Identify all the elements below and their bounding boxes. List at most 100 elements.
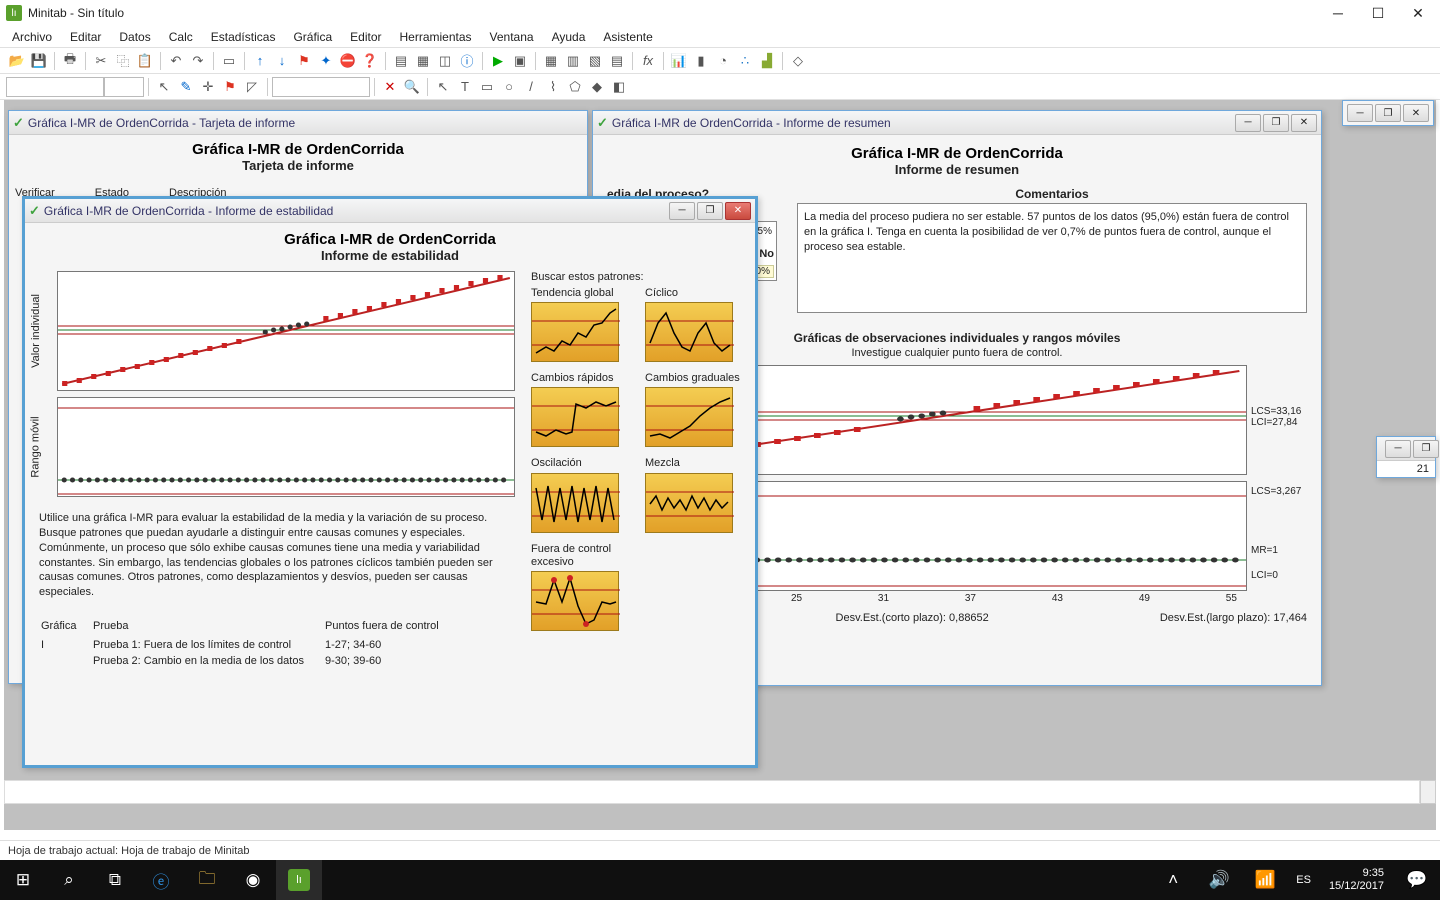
list-icon[interactable]: ▤ (606, 50, 628, 72)
start-button[interactable]: ⊞ (0, 860, 46, 900)
summary-subheading: Informe de resumen (607, 162, 1307, 177)
mr-cl-label: MR=1 (1251, 545, 1307, 556)
window-minimize-button[interactable]: ─ (1318, 0, 1358, 26)
menu-datos[interactable]: Datos (111, 28, 158, 46)
scrollbar-vertical[interactable] (1420, 780, 1436, 804)
search-icon[interactable]: ⌕ (46, 860, 92, 900)
polygon-icon[interactable]: ⬠ (564, 76, 586, 98)
play-icon[interactable]: ▶ (487, 50, 509, 72)
menu-ventana[interactable]: Ventana (482, 28, 542, 46)
star-icon[interactable]: ✦ (315, 50, 337, 72)
worksheet-icon[interactable]: ▦ (412, 50, 434, 72)
extra-maximize-button[interactable]: ❐ (1413, 440, 1439, 458)
save-icon[interactable]: 💾 (28, 50, 50, 72)
pen-icon[interactable]: ✎ (175, 76, 197, 98)
bar-chart-icon[interactable]: ▮ (690, 50, 712, 72)
i-chart-ylabel: Valor individual (30, 294, 42, 368)
stop-icon[interactable]: ⛔ (337, 50, 359, 72)
summary-minimize-button[interactable]: ─ (1235, 114, 1261, 132)
mdi-close-button[interactable]: ✕ (1403, 104, 1429, 122)
menu-calc[interactable]: Calc (161, 28, 201, 46)
text-icon[interactable]: T (454, 76, 476, 98)
zoom-icon[interactable]: 🔍 (401, 76, 423, 98)
window-stability-report[interactable]: ✓ Gráfica I-MR de OrdenCorrida - Informe… (22, 196, 758, 768)
eraser-icon[interactable]: ◇ (787, 50, 809, 72)
summary-heading: Gráfica I-MR de OrdenCorrida (607, 145, 1307, 162)
window-maximize-button[interactable]: ☐ (1358, 0, 1398, 26)
rect-icon[interactable]: ▭ (476, 76, 498, 98)
marker-icon[interactable]: ◆ (586, 76, 608, 98)
menu-herramientas[interactable]: Herramientas (392, 28, 480, 46)
tray-clock[interactable]: 9:35 15/12/2017 (1319, 867, 1394, 893)
tray-network-icon[interactable]: 📶 (1242, 860, 1288, 900)
tile-icon[interactable]: ▥ (562, 50, 584, 72)
dropdown-3[interactable] (272, 77, 370, 97)
pie-chart-icon[interactable]: ◔ (712, 50, 734, 72)
fx-icon[interactable]: fx (637, 50, 659, 72)
menu-ayuda[interactable]: Ayuda (544, 28, 594, 46)
select-icon[interactable]: ↖ (432, 76, 454, 98)
crosshair-icon[interactable]: ✛ (197, 76, 219, 98)
histogram-icon[interactable]: ▟ (756, 50, 778, 72)
window-close-button[interactable]: ✕ (1398, 0, 1438, 26)
menu-editor[interactable]: Editor (342, 28, 389, 46)
mdi-minimize-button[interactable]: ─ (1347, 104, 1373, 122)
pointer-icon[interactable]: ↖ (153, 76, 175, 98)
task-view-icon[interactable]: ⧉ (92, 860, 138, 900)
th-puntos: Puntos fuera de control (325, 620, 513, 636)
open-icon[interactable]: 📂 (6, 50, 28, 72)
summary-close-button[interactable]: ✕ (1291, 114, 1317, 132)
pattern-trend-icon (531, 302, 619, 362)
record-icon[interactable]: ▣ (509, 50, 531, 72)
redo-icon[interactable]: ↷ (187, 50, 209, 72)
tray-up-icon[interactable]: ˄ (1150, 860, 1196, 900)
edge-icon[interactable]: ⓔ (138, 860, 184, 900)
stability-close-button[interactable]: ✕ (725, 202, 751, 220)
menu-editar[interactable]: Editar (62, 28, 109, 46)
session-window-icon[interactable]: ▤ (390, 50, 412, 72)
menu-estadisticas[interactable]: Estadísticas (203, 28, 284, 46)
line-icon[interactable]: / (520, 76, 542, 98)
flag-icon[interactable]: ⚑ (293, 50, 315, 72)
undo-icon[interactable]: ↶ (165, 50, 187, 72)
corner-icon[interactable]: ◸ (241, 76, 263, 98)
circle-icon[interactable]: ○ (498, 76, 520, 98)
explorer-icon[interactable]: 🗀 (184, 860, 230, 900)
table-icon[interactable]: ▦ (540, 50, 562, 72)
table-row: Prueba 2: Cambio en la media de los dato… (41, 654, 513, 668)
cascade-icon[interactable]: ▧ (584, 50, 606, 72)
paste-icon[interactable]: 📋 (134, 50, 156, 72)
flag2-icon[interactable]: ⚑ (219, 76, 241, 98)
tray-volume-icon[interactable]: 🔊 (1196, 860, 1242, 900)
chrome-icon[interactable]: ◉ (230, 860, 276, 900)
new-window-icon[interactable]: ▭ (218, 50, 240, 72)
info-icon[interactable]: ⓘ (456, 50, 478, 72)
dropdown-2[interactable] (104, 77, 144, 97)
cut-icon[interactable]: ✂ (90, 50, 112, 72)
menu-grafica[interactable]: Gráfica (285, 28, 340, 46)
minitab-taskbar-icon[interactable]: lı (276, 860, 322, 900)
extra-minimize-button[interactable]: ─ (1385, 440, 1411, 458)
action-center-icon[interactable]: 💬 (1394, 860, 1440, 900)
arrow-down-icon[interactable]: ↓ (271, 50, 293, 72)
print-icon[interactable]: 🖶 (59, 50, 81, 72)
arrow-up-icon[interactable]: ↑ (249, 50, 271, 72)
menu-asistente[interactable]: Asistente (595, 28, 660, 46)
chart-icon[interactable]: 📊 (668, 50, 690, 72)
help-icon[interactable]: ❓ (359, 50, 381, 72)
delete-icon[interactable]: ✕ (379, 76, 401, 98)
copy-icon[interactable]: ⿻ (112, 50, 134, 72)
menu-archivo[interactable]: Archivo (4, 28, 60, 46)
summary-maximize-button[interactable]: ❐ (1263, 114, 1289, 132)
scatter-icon[interactable]: ∴ (734, 50, 756, 72)
stability-minimize-button[interactable]: ─ (669, 202, 695, 220)
polyline-icon[interactable]: ⌇ (542, 76, 564, 98)
tray-language[interactable]: ES (1288, 874, 1319, 886)
project-manager-icon[interactable]: ◫ (434, 50, 456, 72)
stability-maximize-button[interactable]: ❐ (697, 202, 723, 220)
xtick: 25 (791, 593, 802, 604)
region-icon[interactable]: ◧ (608, 76, 630, 98)
dropdown-1[interactable] (6, 77, 104, 97)
mdi-restore-button[interactable]: ❐ (1375, 104, 1401, 122)
stability-i-chart (57, 271, 515, 391)
